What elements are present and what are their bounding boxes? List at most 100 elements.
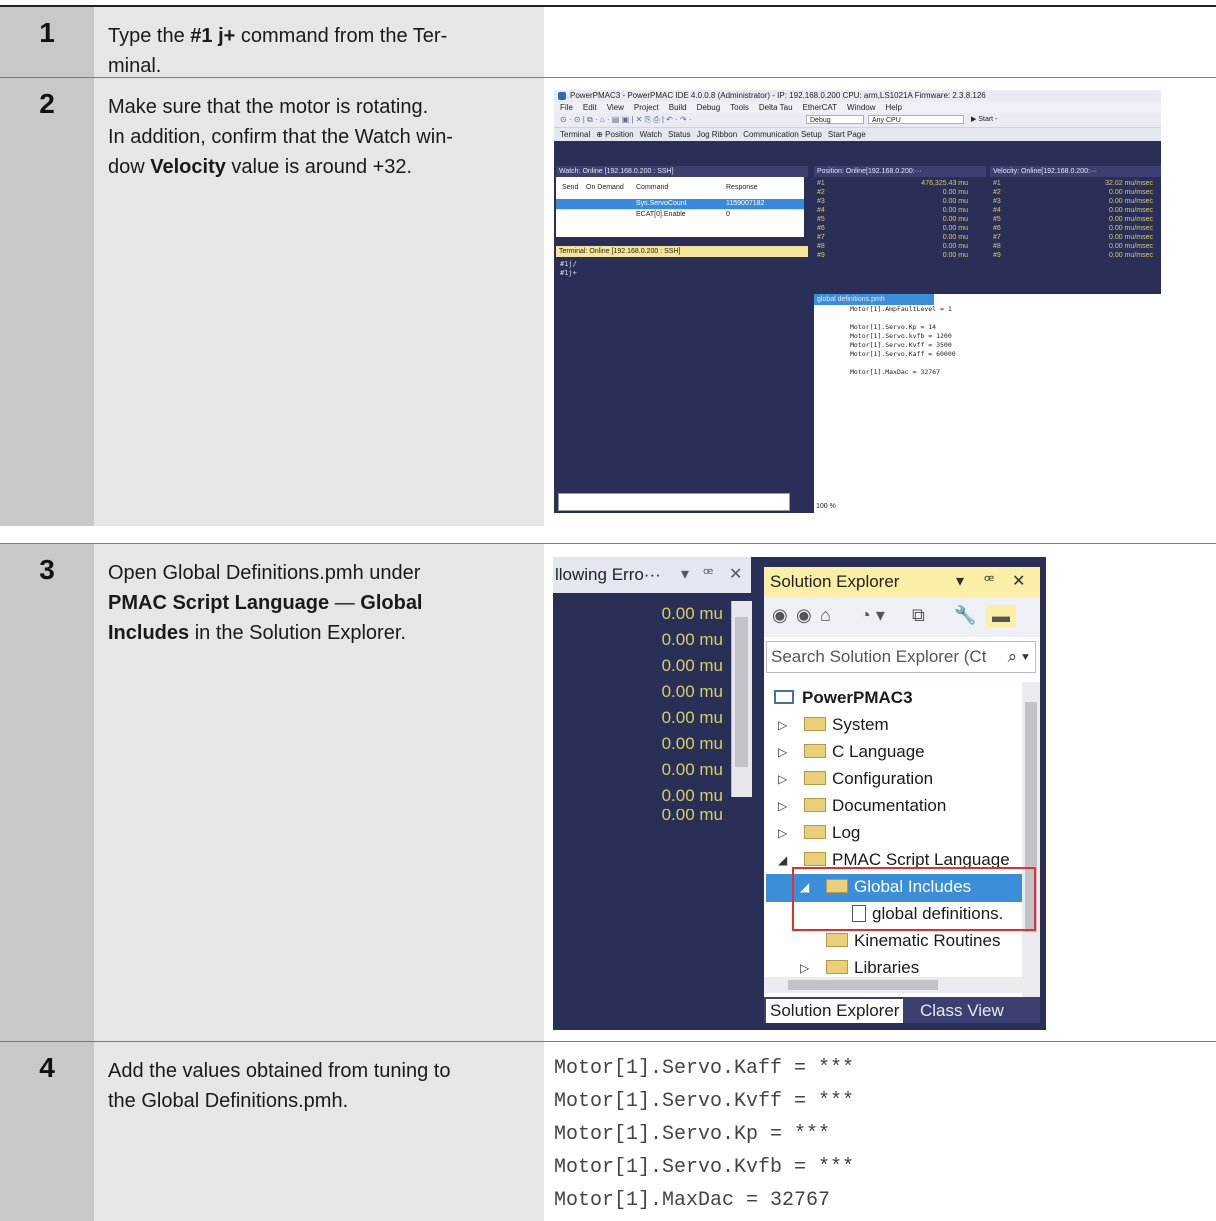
expand-arrow-icon[interactable]: ▷ [778,718,787,732]
menu-delta-tau[interactable]: Delta Tau [759,103,793,112]
menu-view[interactable]: View [607,103,624,112]
menu-ethercat[interactable]: EtherCAT [803,103,838,112]
expand-arrow-icon[interactable]: ▷ [778,826,787,840]
pane-title: llowing Erro··· [555,565,661,584]
tree-item-configuration[interactable]: Configuration [804,766,933,792]
code-line: Motor[1].Servo.Kvff = *** [554,1090,855,1113]
horizontal-scrollbar[interactable] [764,977,1022,993]
code-editor[interactable]: Motor[1].AmpFaultLevel = 1 Motor[1].Serv… [814,305,1161,500]
search-placeholder: Search Solution Explorer (Ct [771,647,987,666]
motor-id: #6 [817,225,825,232]
expand-arrow-icon[interactable]: ▷ [778,799,787,813]
back-icon[interactable]: ◉ [772,605,788,626]
tree-label: PowerPMAC3 [802,688,913,707]
step-number-cell: 2 [0,78,94,526]
menu-window[interactable]: Window [847,103,875,112]
collapse-arrow-icon[interactable]: ◢ [778,853,787,867]
scroll-thumb[interactable] [735,617,748,767]
menu-debug[interactable]: Debug [697,103,721,112]
bottom-tabs: Solution Explorer Class View [764,997,1040,1023]
position-value: 0.00 mu [942,216,968,223]
text: command from the Ter- [235,25,448,47]
motor-id: #2 [817,189,825,196]
text: — [329,592,361,614]
step-number-cell: 4 [0,1042,94,1221]
vertical-scrollbar[interactable] [1022,682,1040,1002]
tree-item-documentation[interactable]: Documentation [804,793,946,819]
dropdown-icon[interactable]: ▾ [956,567,964,597]
following-error-value: 0.00 mu [661,760,723,779]
velocity-value: 32.02 mu/msec [1105,180,1153,187]
ribbon-terminal[interactable]: Terminal [560,130,590,139]
ribbon-communication-setup[interactable]: Communication Setup [743,130,822,139]
ribbon-position[interactable]: ⊕ Position [596,130,633,139]
folder-icon [804,798,826,813]
tab-solution-explorer[interactable]: Solution Explorer [766,999,904,1023]
following-error-value: 0.00 mu [661,630,723,649]
text: minal. [108,55,162,77]
velocity-value: 0.00 mu/msec [1109,234,1153,241]
back-forward-icon[interactable]: ⊙ · ⊙ | ⧉ · ⌂ · ▤ ▣ | ✕ ⎘ ⎙ | ↶ · ↷ · [560,115,692,125]
terminal-input[interactable] [558,493,790,511]
motor-id: #8 [993,243,1001,250]
properties-icon[interactable]: 🔧 [954,605,976,626]
menu-project[interactable]: Project [634,103,659,112]
dropdown-icon[interactable]: ▾ [681,557,689,593]
menu-edit[interactable]: Edit [583,103,597,112]
step-row-1: 1 Type the #1 j+ command from the Ter- m… [0,5,1216,78]
tree-item-c-language[interactable]: C Language [804,739,925,765]
menu-build[interactable]: Build [669,103,687,112]
expand-arrow-icon[interactable]: ▷ [778,745,787,759]
code-line: Motor[1].MaxDac = 32767 [554,1189,831,1212]
search-icon[interactable]: ⌕ ▾ [1008,642,1029,672]
zoom-level[interactable]: 100 % [816,503,836,510]
bold-term: Global [360,592,423,614]
table-row[interactable]: Sys.ServoCount 1159007182 [556,199,804,209]
table-row[interactable]: ECAT[0].Enable 0 [556,209,804,220]
expand-arrow-icon[interactable]: ▷ [778,772,787,786]
menu-file[interactable]: File [560,103,573,112]
menu-tools[interactable]: Tools [730,103,749,112]
pane-title: Solution Explorer [770,572,900,591]
preview-toggle-icon[interactable]: ▬ [986,605,1016,627]
forward-icon[interactable]: ◉ [796,605,812,626]
folder-icon [804,825,826,840]
motor-id: #2 [993,189,1001,196]
solution-explorer-toolbar: ◉ ◉ ⌂ ◔ ▾ ⧉ 🔧 ▬ [764,597,1040,637]
start-button[interactable]: ▶ Start - [968,115,1068,124]
tree-item-project[interactable]: PowerPMAC3 [774,685,913,711]
tree-item-system[interactable]: System [804,712,889,738]
tree-item-log[interactable]: Log [804,820,860,846]
scroll-thumb[interactable] [788,980,938,990]
search-input[interactable]: Search Solution Explorer (Ct ⌕ ▾ [766,641,1036,673]
editor-tab[interactable]: global definitions.pmh [814,294,934,305]
close-icon[interactable]: ✕ [729,557,742,593]
tab-class-view[interactable]: Class View [916,999,1008,1023]
tree-label: C Language [832,742,925,761]
pin-icon[interactable]: ꟹ [984,567,994,597]
collapse-all-icon[interactable]: ⧉ [912,605,925,626]
ribbon-watch[interactable]: Watch [640,130,662,139]
configuration-select[interactable]: Debug [806,115,864,124]
step-number-cell: 1 [0,7,94,78]
close-icon[interactable]: ✕ [1012,567,1025,597]
menu-help[interactable]: Help [886,103,902,112]
position-value: 0.00 mu [942,252,968,259]
home-icon[interactable]: ⌂ [820,605,831,626]
tree-item-libraries[interactable]: Libraries [826,955,919,975]
velocity-value: 0.00 mu/msec [1109,216,1153,223]
tree-item-kinematic-routines[interactable]: Kinematic Routines [826,928,1000,954]
ribbon-status[interactable]: Status [668,130,691,139]
code-line: Motor[1].AmpFaultLevel = 1 [850,305,952,313]
ribbon-jog[interactable]: Jog Ribbon [697,130,737,139]
history-icon[interactable]: ◔ ▾ [860,605,885,626]
ribbon-start-page[interactable]: Start Page [828,130,866,139]
motor-id: #9 [817,252,825,259]
scrollbar[interactable] [731,601,752,797]
command-text: #1 j+ [190,25,236,47]
expand-arrow-icon[interactable]: ▷ [800,961,809,975]
platform-select[interactable]: Any CPU [868,115,964,124]
watch-response: 0 [726,211,730,218]
pin-icon[interactable]: ꟹ [703,557,713,593]
text: Open Global Definitions.pmh under [108,562,421,584]
